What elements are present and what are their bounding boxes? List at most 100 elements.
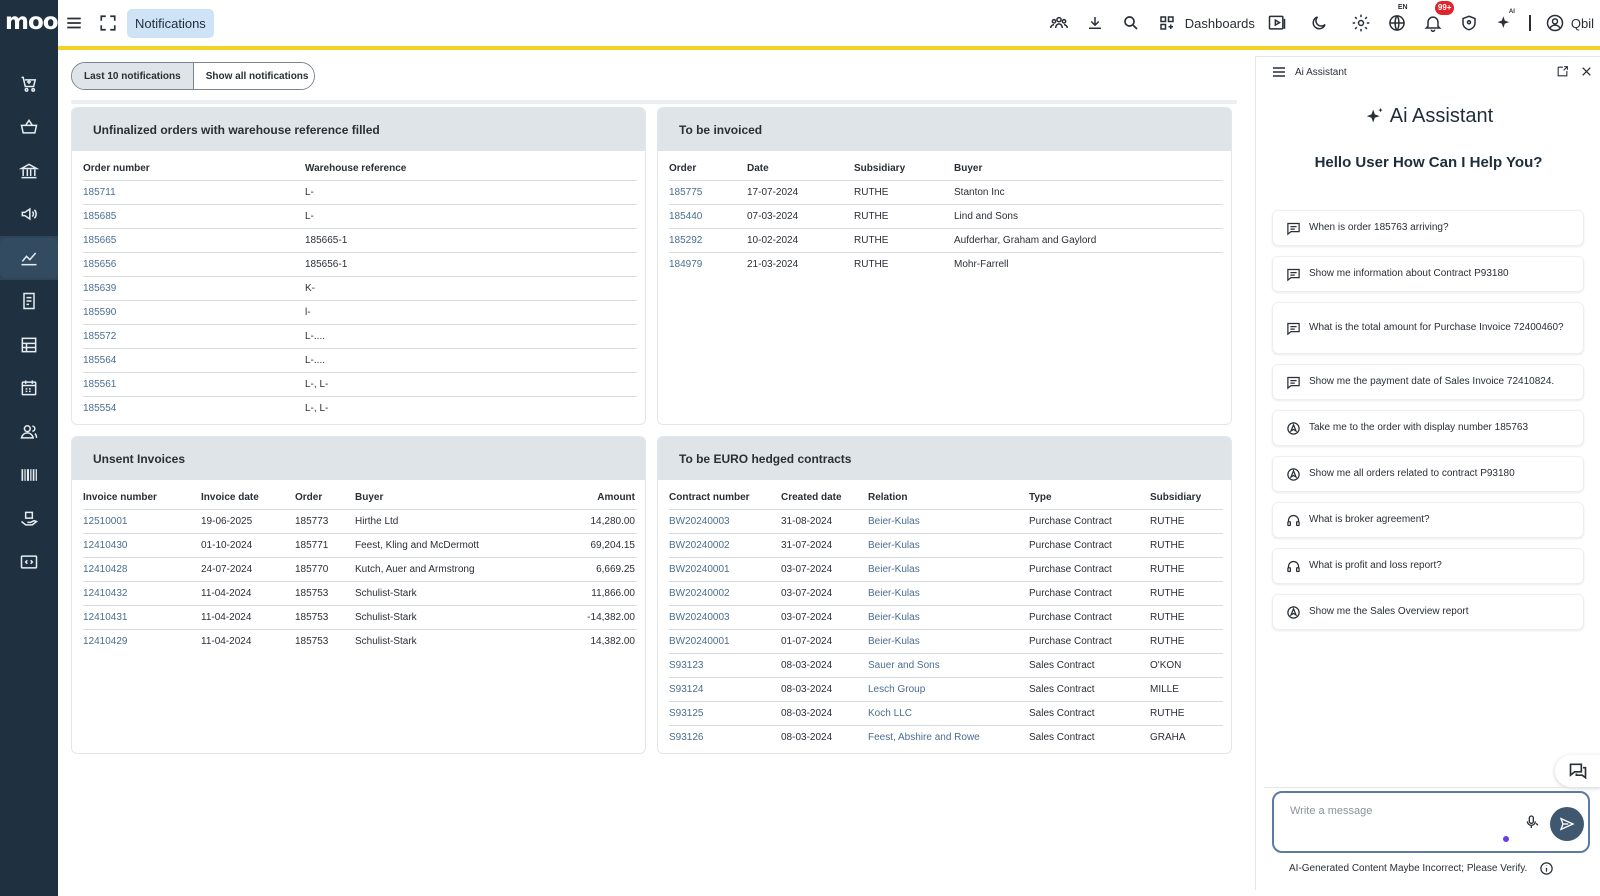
nav-reports[interactable] bbox=[0, 236, 58, 280]
table-row[interactable]: BW20240003 31-08-2024 Beier-Kulas Purchase … bbox=[669, 508, 1223, 533]
dark-mode-toggle[interactable] bbox=[1301, 0, 1337, 46]
team-button[interactable] bbox=[1041, 0, 1077, 46]
notifications-button[interactable]: 99+ bbox=[1415, 0, 1455, 46]
nav-marketing[interactable] bbox=[0, 193, 58, 237]
table-row[interactable]: BW20240002 31-07-2024 Beier-Kulas Purchase … bbox=[669, 532, 1223, 557]
column-header[interactable]: Amount bbox=[545, 480, 637, 509]
suggestion-item[interactable]: Show me information about Contract P9318… bbox=[1272, 256, 1584, 292]
ai-assistant-button[interactable]: AI bbox=[1487, 0, 1523, 46]
nav-finance[interactable] bbox=[0, 149, 58, 193]
table-row[interactable]: 185590 l- bbox=[83, 299, 637, 324]
voice-input-button[interactable] bbox=[1524, 814, 1540, 830]
row-link[interactable]: 185656 bbox=[83, 251, 305, 276]
table-row[interactable]: 185656 185656-1 bbox=[83, 251, 637, 276]
row-link[interactable]: 12410429 bbox=[83, 628, 201, 653]
suggestion-item[interactable]: What is the total amount for Purchase In… bbox=[1272, 302, 1584, 354]
row-link[interactable]: S93126 bbox=[669, 724, 781, 749]
last-10-button[interactable]: Last 10 notifications bbox=[72, 63, 194, 89]
row-link[interactable]: 185564 bbox=[83, 347, 305, 372]
suggestion-item[interactable]: When is order 185763 arriving? bbox=[1272, 210, 1584, 246]
ai-close-button[interactable] bbox=[1580, 65, 1593, 78]
fullscreen-button[interactable] bbox=[96, 11, 120, 35]
column-header[interactable]: Order bbox=[669, 151, 747, 180]
row-link[interactable]: Koch LLC bbox=[868, 700, 1029, 725]
row-link[interactable]: S93125 bbox=[669, 700, 781, 725]
table-row[interactable]: S93126 08-03-2024 Feest, Abshire and Rowe S… bbox=[669, 724, 1223, 749]
table-row[interactable]: 185564 L-.... bbox=[83, 347, 637, 372]
row-link[interactable]: Beier-Kulas bbox=[868, 556, 1029, 581]
row-link[interactable]: Feest, Abshire and Rowe bbox=[868, 724, 1029, 749]
column-header[interactable]: Subsidiary bbox=[854, 151, 954, 180]
tab-notifications[interactable]: Notifications bbox=[127, 9, 214, 38]
row-link[interactable]: 185292 bbox=[669, 227, 747, 252]
user-menu-button[interactable] bbox=[1543, 0, 1567, 46]
settings-button[interactable] bbox=[1343, 0, 1379, 46]
row-link[interactable]: 185711 bbox=[83, 179, 305, 204]
column-header[interactable]: Buyer bbox=[355, 480, 545, 509]
table-row[interactable]: S93125 08-03-2024 Koch LLC Sales Contract RU… bbox=[669, 700, 1223, 725]
row-link[interactable]: 12410428 bbox=[83, 556, 201, 581]
ai-menu-button[interactable] bbox=[1271, 64, 1287, 80]
horizontal-scrollbar[interactable] bbox=[71, 100, 1237, 104]
dashboards-link[interactable]: Dashboards bbox=[1185, 16, 1255, 31]
column-header[interactable]: Relation bbox=[868, 480, 1029, 509]
row-link[interactable]: BW20240001 bbox=[669, 556, 781, 581]
table-row[interactable]: BW20240003 03-07-2024 Beier-Kulas Purchase … bbox=[669, 604, 1223, 629]
table-row[interactable]: 185572 L-.... bbox=[83, 323, 637, 348]
nav-relations[interactable] bbox=[0, 410, 58, 454]
row-link[interactable]: Lesch Group bbox=[868, 676, 1029, 701]
column-header[interactable]: Invoice number bbox=[83, 480, 201, 509]
row-link[interactable]: 12510001 bbox=[83, 508, 201, 533]
nav-products[interactable] bbox=[0, 454, 58, 498]
app-logo[interactable]: moo bbox=[5, 9, 59, 35]
table-row[interactable]: 184979 21-03-2024 RUTHE Mohr-Farrell bbox=[669, 251, 1223, 276]
row-link[interactable]: 185639 bbox=[83, 275, 305, 300]
row-link[interactable]: 185590 bbox=[83, 299, 305, 324]
ai-popout-button[interactable] bbox=[1556, 65, 1569, 78]
table-row[interactable]: 185665 185665-1 bbox=[83, 227, 637, 252]
nav-integrations[interactable] bbox=[0, 541, 58, 585]
row-link[interactable]: 185440 bbox=[669, 203, 747, 228]
column-header[interactable]: Created date bbox=[781, 480, 868, 509]
row-link[interactable]: Beier-Kulas bbox=[868, 628, 1029, 653]
column-header[interactable]: Type bbox=[1029, 480, 1150, 509]
row-link[interactable]: Beier-Kulas bbox=[868, 508, 1029, 533]
suggestion-item[interactable]: Take me to the order with display number… bbox=[1272, 410, 1584, 446]
chat-history-button[interactable] bbox=[1555, 755, 1600, 787]
search-button[interactable] bbox=[1113, 0, 1149, 46]
table-row[interactable]: 12410429 11-04-2024 185753 Schulist-Stark 14… bbox=[83, 628, 637, 653]
row-link[interactable]: 185554 bbox=[83, 395, 305, 420]
nav-logistics[interactable] bbox=[0, 497, 58, 541]
column-header[interactable]: Invoice date bbox=[201, 480, 295, 509]
menu-button[interactable] bbox=[62, 11, 86, 35]
info-button[interactable] bbox=[1539, 861, 1554, 876]
row-link[interactable]: 12410430 bbox=[83, 532, 201, 557]
row-link[interactable]: BW20240001 bbox=[669, 628, 781, 653]
row-link[interactable]: 185561 bbox=[83, 371, 305, 396]
suggestion-item[interactable]: What is profit and loss report? bbox=[1272, 548, 1584, 584]
nav-purchases[interactable] bbox=[0, 106, 58, 150]
table-row[interactable]: 12410431 11-04-2024 185753 Schulist-Stark -1… bbox=[83, 604, 637, 629]
row-link[interactable]: 12410432 bbox=[83, 580, 201, 605]
table-row[interactable]: 12510001 19-06-2025 185773 Hirthe Ltd 14,280… bbox=[83, 508, 637, 533]
table-row[interactable]: BW20240002 03-07-2024 Beier-Kulas Purchase … bbox=[669, 580, 1223, 605]
suggestion-item[interactable]: Show me the payment date of Sales Invoic… bbox=[1272, 364, 1584, 400]
table-row[interactable]: 185554 L-, L- bbox=[83, 395, 637, 420]
download-button[interactable] bbox=[1077, 0, 1113, 46]
row-link[interactable]: Beier-Kulas bbox=[868, 580, 1029, 605]
row-link[interactable]: Sauer and Sons bbox=[868, 652, 1029, 677]
row-link[interactable]: 185775 bbox=[669, 179, 747, 204]
row-link[interactable]: BW20240002 bbox=[669, 580, 781, 605]
language-button[interactable]: EN bbox=[1379, 0, 1415, 46]
column-header[interactable]: Buyer bbox=[954, 151, 1223, 180]
dashboards-icon-button[interactable] bbox=[1149, 0, 1185, 46]
table-row[interactable]: BW20240001 01-07-2024 Beier-Kulas Purchase … bbox=[669, 628, 1223, 653]
column-header[interactable]: Warehouse reference bbox=[305, 151, 637, 180]
row-link[interactable]: BW20240003 bbox=[669, 604, 781, 629]
nav-orders[interactable] bbox=[0, 62, 58, 106]
table-row[interactable]: 185775 17-07-2024 RUTHE Stanton Inc bbox=[669, 179, 1223, 204]
table-row[interactable]: 12410432 11-04-2024 185753 Schulist-Stark 11… bbox=[83, 580, 637, 605]
user-name[interactable]: Qbil bbox=[1571, 16, 1594, 31]
row-link[interactable]: Beier-Kulas bbox=[868, 604, 1029, 629]
column-header[interactable]: Order number bbox=[83, 151, 305, 180]
